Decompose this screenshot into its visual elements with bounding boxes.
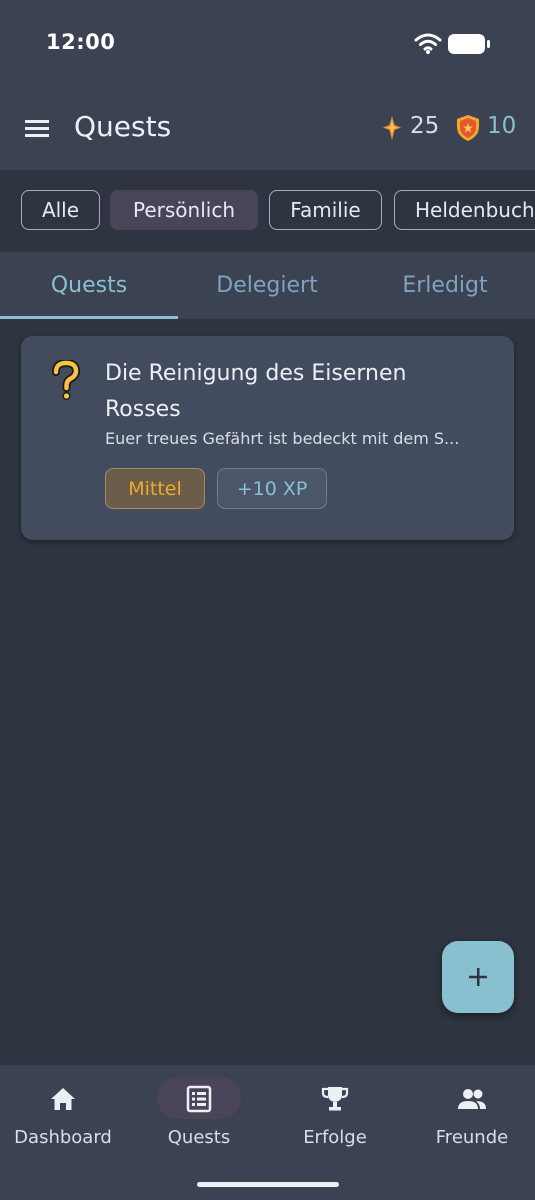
nav-label-erfolge: Erfolge bbox=[303, 1127, 367, 1148]
tab-bar: Quests Delegiert Erledigt bbox=[0, 252, 535, 319]
home-indicator[interactable] bbox=[197, 1182, 339, 1187]
tab-delegiert[interactable]: Delegiert bbox=[178, 252, 356, 319]
bottom-navigation: Dashboard Quests Erfolge Freunde bbox=[0, 1065, 535, 1200]
status-bar: 12:00 bbox=[0, 0, 535, 86]
quest-card[interactable]: Die Reinigung des Eisernen Rosses Euer t… bbox=[21, 336, 514, 540]
battery-icon bbox=[448, 34, 490, 54]
shield-icon bbox=[457, 115, 479, 141]
people-icon bbox=[458, 1089, 486, 1109]
add-quest-button[interactable] bbox=[442, 941, 514, 1013]
trophy-icon bbox=[321, 1087, 349, 1111]
filter-chip-row: Alle Persönlich Familie Heldenbuch bbox=[0, 170, 535, 252]
nav-label-quests: Quests bbox=[167, 1127, 231, 1148]
chip-heldenbuch[interactable]: Heldenbuch bbox=[394, 190, 535, 230]
quest-title: Die Reinigung des Eisernen Rosses bbox=[105, 361, 407, 422]
status-time: 12:00 bbox=[46, 30, 116, 54]
star-count: 25 bbox=[410, 113, 440, 139]
tab-erledigt[interactable]: Erledigt bbox=[356, 252, 534, 319]
xp-badge: +10 XP bbox=[217, 468, 327, 509]
nav-item-freunde[interactable]: Freunde bbox=[405, 1065, 535, 1165]
question-icon bbox=[52, 360, 80, 400]
home-icon bbox=[51, 1088, 75, 1110]
nav-item-erfolge[interactable]: Erfolge bbox=[268, 1065, 402, 1165]
shield-count: 10 bbox=[487, 113, 517, 139]
difficulty-badge: Mittel bbox=[105, 468, 205, 509]
tab-quests[interactable]: Quests bbox=[0, 252, 178, 319]
nav-label-freunde: Freunde bbox=[435, 1127, 509, 1148]
nav-label-dashboard: Dashboard bbox=[14, 1127, 112, 1148]
page-title: Quests bbox=[74, 110, 172, 143]
wifi-icon bbox=[414, 33, 442, 54]
tab-indicator bbox=[0, 316, 178, 319]
chip-familie[interactable]: Familie bbox=[269, 190, 382, 230]
chip-persoenlich[interactable]: Persönlich bbox=[110, 190, 258, 230]
menu-icon[interactable] bbox=[24, 116, 50, 140]
star-icon bbox=[383, 116, 401, 140]
nav-item-quests[interactable]: Quests bbox=[132, 1065, 266, 1165]
list-icon bbox=[186, 1085, 212, 1113]
quest-description: Euer treues Gefährt ist bedeckt mit dem … bbox=[105, 429, 460, 448]
chip-alle[interactable]: Alle bbox=[21, 190, 100, 230]
plus-icon bbox=[469, 968, 487, 986]
app-bar: Quests 25 10 bbox=[0, 86, 535, 170]
nav-item-dashboard[interactable]: Dashboard bbox=[0, 1065, 130, 1165]
